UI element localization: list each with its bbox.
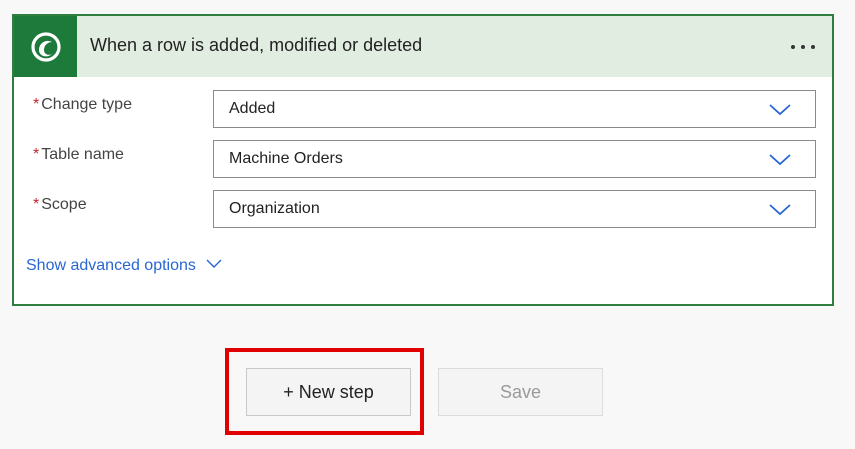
table-name-dropdown[interactable]: Machine Orders [213,140,816,178]
chevron-down-icon [769,204,791,216]
scope-dropdown[interactable]: Organization [213,190,816,228]
required-mark: * [33,146,40,163]
more-options-icon [791,45,815,49]
change-type-label-text: Change type [41,96,132,113]
show-advanced-options-link[interactable]: Show advanced options [26,257,222,275]
chevron-down-icon [206,259,222,268]
table-name-label-text: Table name [41,146,124,163]
scope-value: Organization [229,200,320,217]
show-advanced-options-label: Show advanced options [26,257,196,274]
table-name-label: * Table name [33,146,124,164]
save-button[interactable]: Save [438,368,603,416]
chevron-down-icon [769,154,791,166]
new-step-button[interactable]: + New step [246,368,411,416]
required-mark: * [33,196,40,213]
trigger-title: When a row is added, modified or deleted [90,35,423,55]
trigger-card: When a row is added, modified or deleted… [12,14,834,306]
connector-icon-box [14,16,77,77]
change-type-label: * Change type [33,96,132,114]
required-mark: * [33,96,40,113]
table-name-value: Machine Orders [229,150,343,167]
trigger-card-header[interactable]: When a row is added, modified or deleted [14,16,832,77]
chevron-down-icon [769,104,791,116]
scope-label-text: Scope [41,196,87,213]
change-type-dropdown[interactable]: Added [213,90,816,128]
scope-label: * Scope [33,196,87,214]
change-type-value: Added [229,100,276,117]
more-options-button[interactable] [788,38,818,56]
dataverse-icon [31,32,61,62]
